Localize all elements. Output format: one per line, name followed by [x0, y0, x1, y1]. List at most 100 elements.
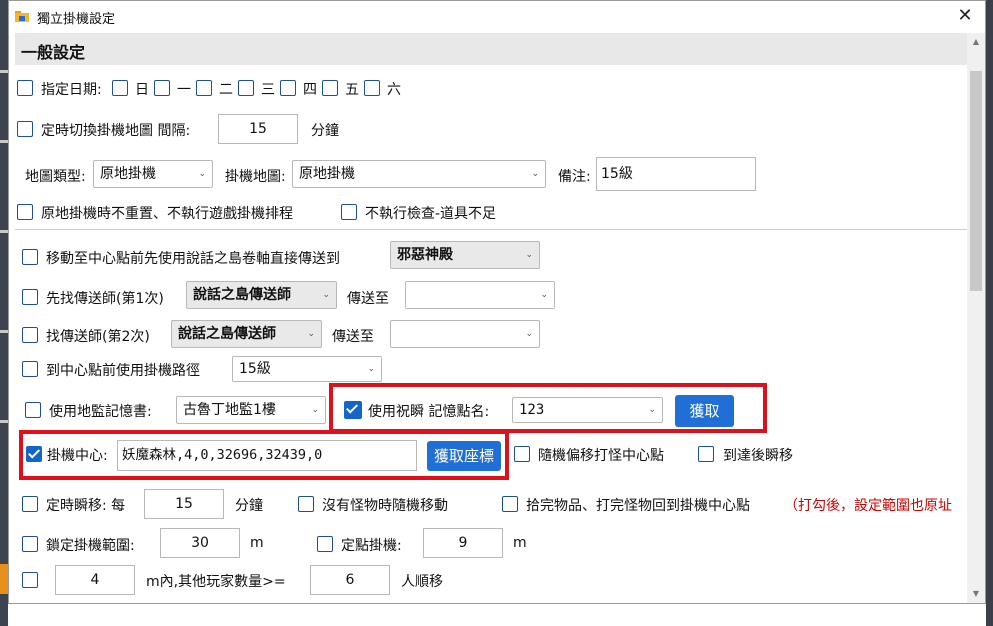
- find-tp2-dest-select[interactable]: ⌄: [390, 320, 540, 348]
- vertical-scrollbar[interactable]: ▲ ▼: [967, 33, 985, 603]
- hang-map-value: 原地掛機: [299, 166, 355, 182]
- day-sun-checkbox[interactable]: [112, 80, 128, 96]
- chevron-down-icon: ⌄: [648, 405, 656, 415]
- chevron-down-icon: ⌄: [198, 169, 206, 179]
- dungeon-book-label: 使用地監記憶書:: [49, 404, 152, 420]
- find-tp2-checkbox[interactable]: [22, 327, 38, 343]
- chevron-down-icon: ⌄: [531, 169, 539, 179]
- teleport-scroll-value: 邪惡神殿: [397, 247, 453, 263]
- no-reset-label: 原地掛機時不重置、不執行遊戲掛機排程: [41, 206, 293, 222]
- map-type-value: 原地掛機: [100, 166, 156, 182]
- timed-teleport-input[interactable]: 15: [144, 489, 224, 519]
- chevron-down-icon: ⌄: [311, 405, 319, 415]
- blessing-checkbox[interactable]: [344, 401, 362, 419]
- fixed-point-unit: m: [513, 535, 527, 551]
- day-sun-label: 日: [135, 82, 149, 98]
- pickup-return-note: （打勾後，設定範圍也原址: [784, 498, 952, 514]
- blessing-get-button[interactable]: 獲取: [675, 395, 734, 427]
- fixed-point-input[interactable]: 9: [423, 528, 503, 558]
- get-coordinates-button[interactable]: 獲取座標: [427, 441, 501, 471]
- route-select[interactable]: 15級 ⌄: [232, 356, 382, 382]
- window-title: 獨立掛機設定: [37, 12, 116, 27]
- find-tp2-select[interactable]: 說話之島傳送師 ⌄: [171, 320, 322, 348]
- day-fri-label: 五: [345, 82, 359, 98]
- desktop-right-edge: [986, 0, 993, 626]
- random-offset-checkbox[interactable]: [514, 446, 530, 462]
- fixed-point-checkbox[interactable]: [317, 536, 333, 552]
- close-button[interactable]: ✕: [953, 4, 977, 28]
- timed-switch-unit: 分鐘: [311, 123, 339, 139]
- route-checkbox[interactable]: [22, 361, 38, 377]
- dungeon-book-value: 古魯丁地監1樓: [183, 402, 276, 418]
- lock-range-input[interactable]: 30: [160, 528, 240, 558]
- day-wed-checkbox[interactable]: [238, 80, 254, 96]
- day-mon-checkbox[interactable]: [154, 80, 170, 96]
- no-check-checkbox[interactable]: [341, 204, 357, 220]
- find-tp1-label: 先找傳送師(第1次): [46, 291, 164, 307]
- chevron-down-icon: ⌄: [525, 329, 533, 339]
- timed-teleport-checkbox[interactable]: [22, 496, 38, 512]
- players-checkbox[interactable]: [22, 572, 38, 588]
- scroll-up-icon[interactable]: ▲: [967, 37, 985, 46]
- players-count-input[interactable]: 6: [310, 565, 390, 595]
- day-thu-checkbox[interactable]: [280, 80, 296, 96]
- day-thu-label: 四: [303, 82, 317, 98]
- map-type-select[interactable]: 原地掛機 ⌄: [93, 160, 213, 188]
- blessing-value: 123: [519, 402, 545, 418]
- find-tp1-checkbox[interactable]: [22, 289, 38, 305]
- timed-switch-checkbox[interactable]: [17, 121, 33, 137]
- fixed-point-label: 定點掛機:: [341, 538, 402, 554]
- day-sat-label: 六: [387, 82, 401, 98]
- teleport-scroll-select[interactable]: 邪惡神殿 ⌄: [390, 241, 540, 269]
- hang-map-label: 掛機地圖:: [225, 169, 286, 185]
- dungeon-book-checkbox[interactable]: [25, 402, 41, 418]
- find-tp1-select[interactable]: 說話之島傳送師 ⌄: [186, 281, 337, 309]
- map-type-label: 地圖類型:: [25, 169, 86, 185]
- arrive-teleport-label: 到達後瞬移: [723, 448, 793, 464]
- chevron-down-icon: ⌄: [525, 250, 533, 260]
- hang-map-select[interactable]: 原地掛機 ⌄: [292, 160, 546, 188]
- divider: [15, 229, 967, 230]
- title-bar: 獨立掛機設定 ✕: [9, 1, 985, 33]
- remark-input[interactable]: 15級: [596, 157, 756, 191]
- no-reset-checkbox[interactable]: [17, 204, 33, 220]
- blessing-label: 使用祝瞬 記憶點名:: [368, 404, 490, 420]
- center-input[interactable]: 妖魔森林,4,0,32696,32439,0: [117, 440, 417, 471]
- lock-range-label: 鎖定掛機範圍:: [46, 538, 135, 554]
- settings-window: 獨立掛機設定 ✕ 一般設定 ▲ ▼ 指定日期: 日 一 二 三 四 五 六 定時…: [8, 0, 986, 604]
- chevron-down-icon: ⌄: [322, 290, 330, 300]
- center-label: 掛機中心:: [47, 448, 108, 464]
- pickup-return-checkbox[interactable]: [502, 496, 518, 512]
- folder-icon: [15, 11, 29, 22]
- timed-switch-input[interactable]: 15: [218, 114, 298, 144]
- find-tp1-dest-select[interactable]: ⌄: [405, 281, 555, 309]
- lock-range-checkbox[interactable]: [22, 536, 38, 552]
- players-suffix-label: 人順移: [401, 574, 443, 590]
- timed-teleport-unit: 分鐘: [235, 498, 263, 514]
- teleport-scroll-checkbox[interactable]: [22, 249, 38, 265]
- random-offset-label: 隨機偏移打怪中心點: [538, 448, 664, 464]
- day-sat-checkbox[interactable]: [364, 80, 380, 96]
- days-checkbox[interactable]: [17, 80, 33, 96]
- dungeon-book-select[interactable]: 古魯丁地監1樓 ⌄: [176, 396, 326, 424]
- chevron-down-icon: ⌄: [367, 364, 375, 374]
- day-fri-checkbox[interactable]: [322, 80, 338, 96]
- no-check-label: 不執行檢查-道具不足: [365, 206, 497, 222]
- day-tue-label: 二: [219, 82, 233, 98]
- blessing-select[interactable]: 123 ⌄: [512, 397, 663, 423]
- no-monster-label: 沒有怪物時隨機移動: [322, 498, 448, 514]
- pickup-return-label: 拾完物品、打完怪物回到掛機中心點: [526, 498, 750, 514]
- day-wed-label: 三: [261, 82, 275, 98]
- day-tue-checkbox[interactable]: [196, 80, 212, 96]
- no-monster-checkbox[interactable]: [298, 496, 314, 512]
- find-tp1-dest-label: 傳送至: [347, 291, 389, 307]
- day-mon-label: 一: [177, 82, 191, 98]
- players-range-input[interactable]: 4: [55, 565, 135, 595]
- scroll-down-icon[interactable]: ▼: [967, 589, 985, 598]
- arrive-teleport-checkbox[interactable]: [698, 446, 714, 462]
- find-tp2-value: 說話之島傳送師: [178, 326, 276, 342]
- find-tp2-dest-label: 傳送至: [332, 329, 374, 345]
- scroll-thumb[interactable]: [970, 71, 982, 291]
- timed-switch-label: 定時切換掛機地圖 間隔:: [41, 123, 191, 139]
- center-checkbox[interactable]: [26, 446, 42, 462]
